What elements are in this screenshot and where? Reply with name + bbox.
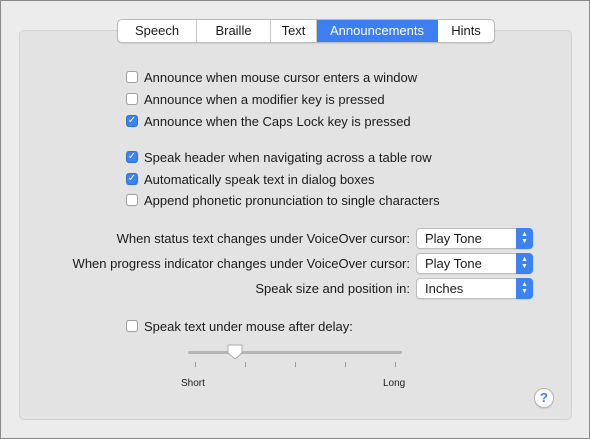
slider-tick [245,362,246,367]
status-text-popup[interactable]: Play Tone ▲ ▼ [416,227,533,249]
checkbox-label: Append phonetic pronunciation to single … [144,192,440,208]
status-text-popup-row: When status text changes under VoiceOver… [117,227,533,249]
up-down-arrows-icon: ▲ ▼ [516,277,533,299]
popup-value: Play Tone [425,230,482,246]
checkbox-row-dialog-boxes[interactable]: ✓ Automatically speak text in dialog box… [126,170,375,188]
popup-label: Speak size and position in: [255,280,410,296]
popup-label: When status text changes under VoiceOver… [116,230,410,246]
checkbox-row-caps-lock[interactable]: ✓ Announce when the Caps Lock key is pre… [126,112,411,130]
slider-min-label: Short [181,378,205,389]
delay-slider-track[interactable] [188,351,402,354]
checkbox-row-mouse-delay[interactable]: Speak text under mouse after delay: [126,317,353,335]
slider-tick [195,362,196,367]
checkmark-icon: ✓ [127,151,137,162]
checkmark-icon: ✓ [127,115,137,126]
checkbox-label: Automatically speak text in dialog boxes [144,171,375,187]
size-position-popup[interactable]: Inches ▲ ▼ [416,277,533,299]
tab-announcements[interactable]: Announcements [317,20,438,42]
checkbox[interactable] [126,320,138,332]
up-down-arrows-icon: ▲ ▼ [516,227,533,249]
checkbox-row-speak-header[interactable]: ✓ Speak header when navigating across a … [126,148,432,166]
progress-indicator-popup-row: When progress indicator changes under Vo… [73,252,533,274]
slider-max-label: Long [383,378,406,389]
checkmark-icon: ✓ [127,173,137,184]
size-position-popup-row: Speak size and position in: Inches ▲ ▼ [255,277,533,299]
tab-text[interactable]: Text [271,20,317,42]
checkbox[interactable] [126,93,138,105]
delay-slider-thumb[interactable] [226,343,244,361]
checkbox-label: Speak text under mouse after delay: [144,318,353,334]
checkbox[interactable] [126,71,138,83]
checkbox-row-mouse-enters-window[interactable]: Announce when mouse cursor enters a wind… [126,68,417,86]
checkbox-label: Speak header when navigating across a ta… [144,149,432,165]
tab-speech[interactable]: Speech [118,20,197,42]
slider-tick [295,362,296,367]
question-mark-icon: ? [540,390,548,405]
popup-label: When progress indicator changes under Vo… [72,255,410,271]
checkbox-row-phonetic[interactable]: Append phonetic pronunciation to single … [126,191,440,209]
tab-hints[interactable]: Hints [438,20,494,42]
popup-value: Inches [425,280,464,296]
up-down-arrows-icon: ▲ ▼ [516,252,533,274]
progress-indicator-popup[interactable]: Play Tone ▲ ▼ [416,252,533,274]
tab-braille[interactable]: Braille [197,20,271,42]
checkbox-row-modifier-key[interactable]: Announce when a modifier key is pressed [126,90,385,108]
popup-value: Play Tone [425,255,482,271]
checkbox-label: Announce when the Caps Lock key is press… [144,113,411,129]
checkbox-checked[interactable]: ✓ [126,151,138,163]
checkbox-label: Announce when a modifier key is pressed [144,91,385,107]
slider-tick [395,362,396,367]
slider-tick [345,362,346,367]
checkbox-checked[interactable]: ✓ [126,173,138,185]
help-button[interactable]: ? [534,388,554,408]
tab-bar: Speech Braille Text Announcements Hints [117,19,495,43]
checkbox-checked[interactable]: ✓ [126,115,138,127]
checkbox[interactable] [126,194,138,206]
checkbox-label: Announce when mouse cursor enters a wind… [144,69,418,85]
